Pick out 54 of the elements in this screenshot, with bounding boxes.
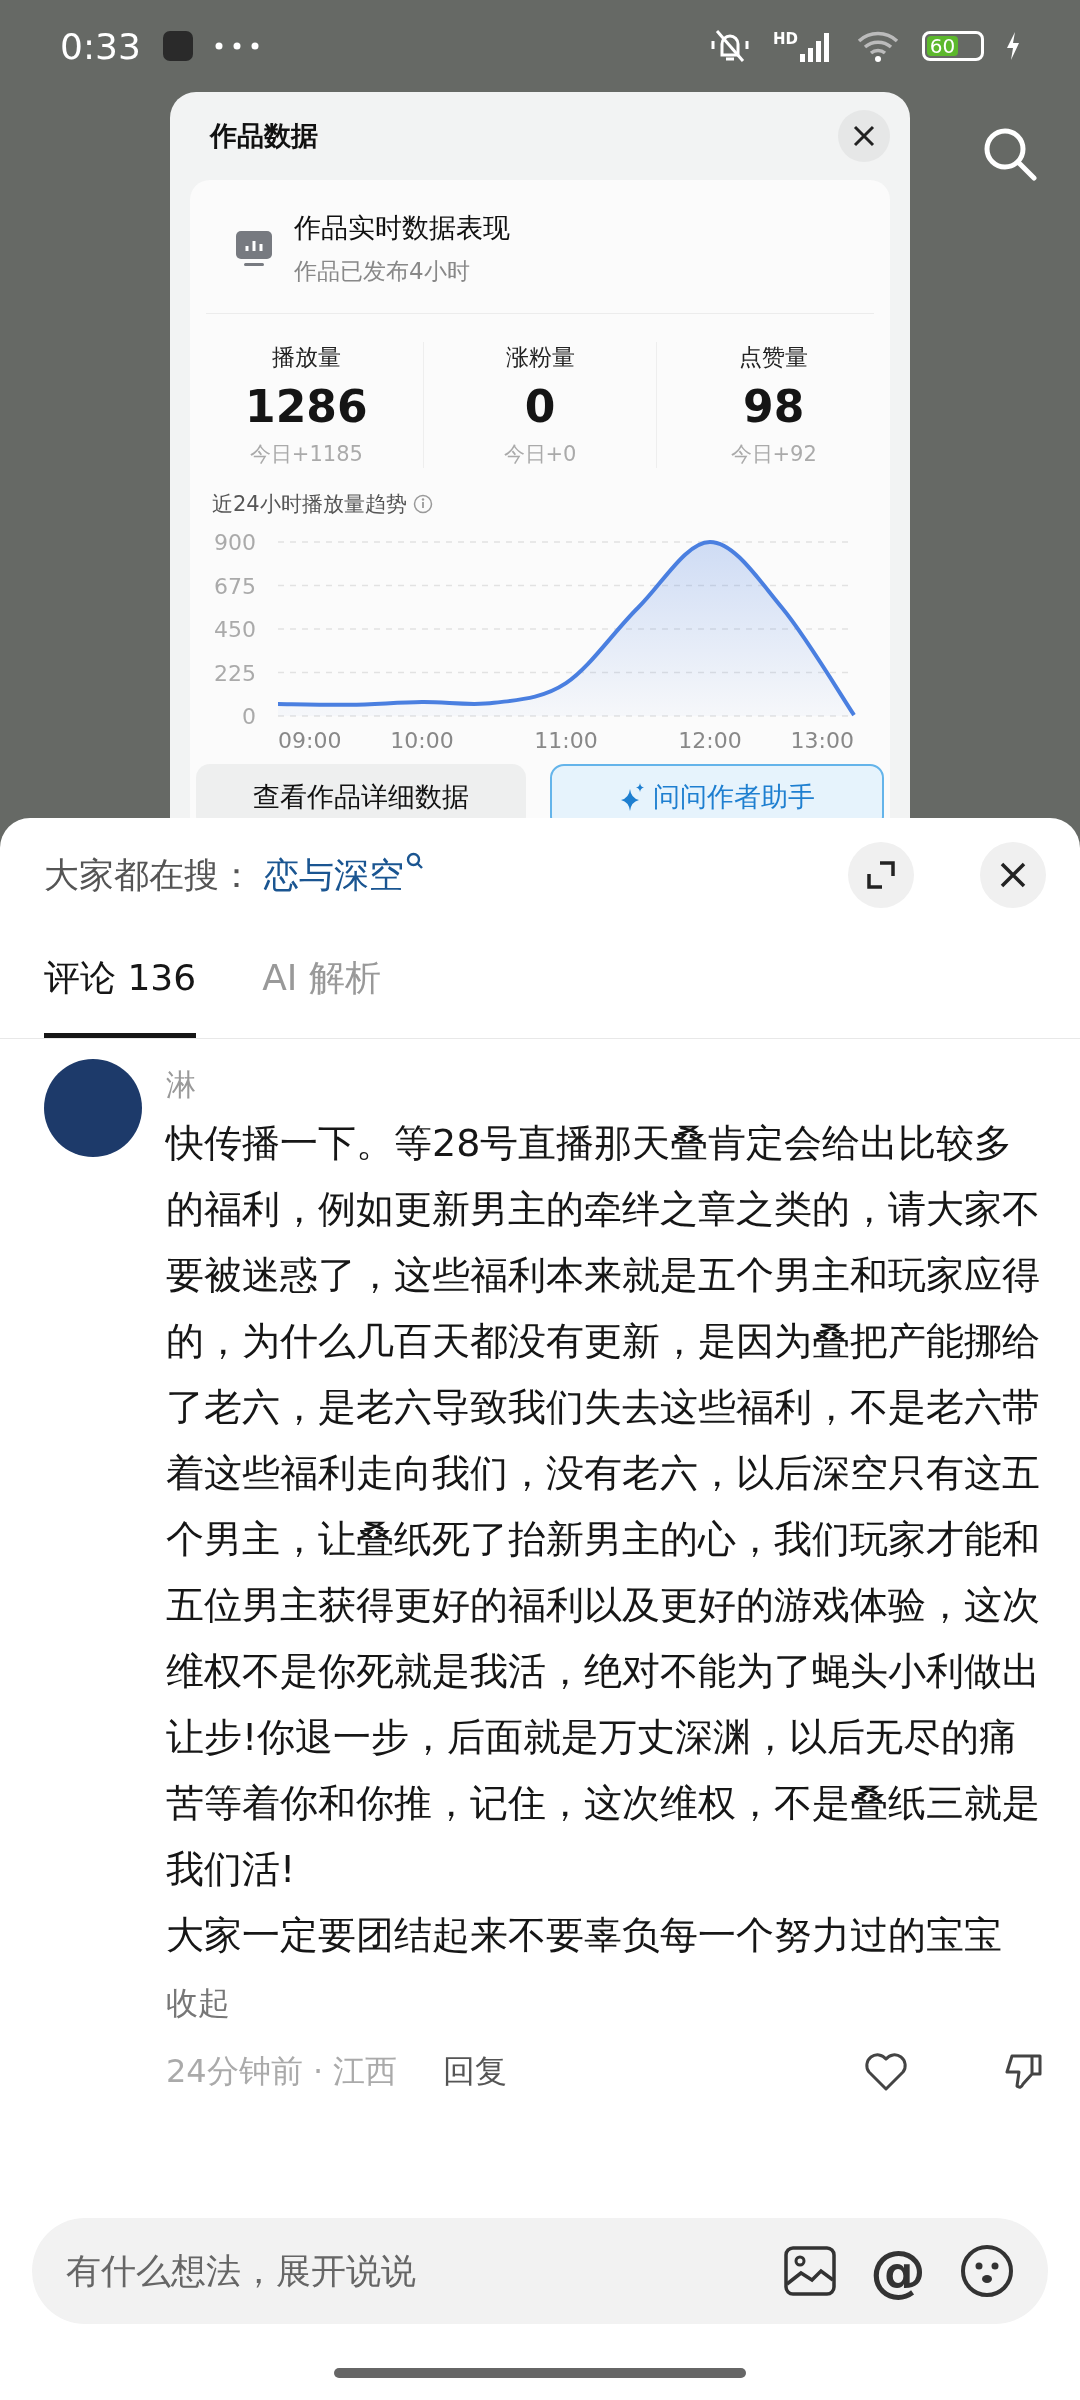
chart-title: 近24小时播放量趋势: [212, 491, 407, 518]
stat-today: 今日+92: [730, 441, 817, 468]
like-icon[interactable]: [864, 2052, 908, 2092]
y-axis-label: 225: [214, 660, 256, 686]
wifi-icon: [856, 29, 900, 63]
charging-icon: [1006, 32, 1020, 60]
trending-label: 大家都在搜：: [44, 853, 254, 897]
emoji-icon[interactable]: [960, 2244, 1014, 2298]
stat-value: 98: [743, 381, 805, 432]
stat-label: 点赞量: [739, 343, 809, 372]
x-axis-label: 13:00: [790, 728, 854, 753]
search-icon: [406, 851, 424, 870]
close-icon: [1000, 862, 1026, 888]
reply-button[interactable]: 回复: [443, 2050, 508, 2094]
battery-level: 60: [929, 34, 956, 58]
app-icon: [162, 31, 193, 61]
image-icon[interactable]: [784, 2246, 836, 2296]
close-icon: [853, 125, 875, 147]
network-label: HD: [773, 30, 798, 48]
y-axis-label: 900: [214, 530, 256, 555]
y-axis-label: 450: [214, 617, 256, 642]
x-axis-label: 12:00: [678, 728, 742, 753]
stat-today: 今日+1185: [249, 441, 363, 468]
y-axis-label: 0: [242, 704, 256, 729]
stat-today: 今日+0: [503, 441, 577, 468]
summary-subtitle: 作品已发布4小时: [294, 257, 471, 286]
details-button[interactable]: 查看作品详细数据: [196, 764, 526, 818]
chart-icon: [236, 230, 272, 267]
summary-title: 作品实时数据表现: [294, 211, 510, 245]
assistant-button[interactable]: 问问作者助手: [550, 764, 884, 818]
sparkle-icon: [619, 783, 645, 811]
stat-label: 涨粉量: [505, 343, 575, 372]
collapse-link[interactable]: 收起: [166, 1984, 230, 2022]
x-axis-label: 11:00: [534, 728, 598, 753]
stat-value: 1286: [245, 381, 368, 432]
expand-icon: [866, 860, 896, 890]
dislike-icon[interactable]: [1004, 2052, 1044, 2092]
x-axis-label: 09:00: [278, 728, 342, 753]
close-button[interactable]: [838, 110, 890, 162]
y-axis-label: 675: [214, 573, 256, 599]
stat-value: 0: [524, 381, 556, 432]
panel-title: 作品数据: [210, 119, 318, 153]
mute-bell-icon: [709, 27, 751, 65]
comment-text: 快传播一下。等28号直播那天叠肯定会给出比较多的福利，例如更新男主的牵绊之章之类的，请大家不要被迷惑了，这些福利本来就是五个男主和玩家应得的，为什么几百天都没有更新，是因为叠把产能挪给了老六，是老六导致我们失去这些福利，不是老六带着这些福利走向我们，没有老六，以后深空只有这五个男主，让叠纸死了抬新男主的心，我们玩家才能和五位男主获得更好的福利以及更好的游戏体验，这次维权不是你死就是我活，绝对不能为了蝇头小利做出让步!你退一步，后面就是万丈深渊，以后无尽的痛苦等着你和你推，记住，这次维权，不是叠纸三就是我们活! 大家一定要团结起来不要辜负每一个努力过的宝宝 收起: [166, 1120, 1041, 2024]
comment-input[interactable]: 有什么想法，展开说说 @: [32, 2218, 1048, 2324]
tab[interactable]: 评论 136: [44, 954, 197, 1038]
trending-search-link[interactable]: 恋与深空: [264, 851, 424, 899]
stat-label: 播放量: [271, 343, 341, 372]
more-icon: [214, 42, 259, 50]
x-axis-label: 10:00: [390, 728, 454, 753]
clock: 0:33: [60, 25, 141, 67]
mention-button[interactable]: @: [870, 2243, 926, 2299]
info-icon[interactable]: [412, 494, 433, 514]
comment-meta: 24分钟前 · 江西: [166, 2051, 398, 2092]
